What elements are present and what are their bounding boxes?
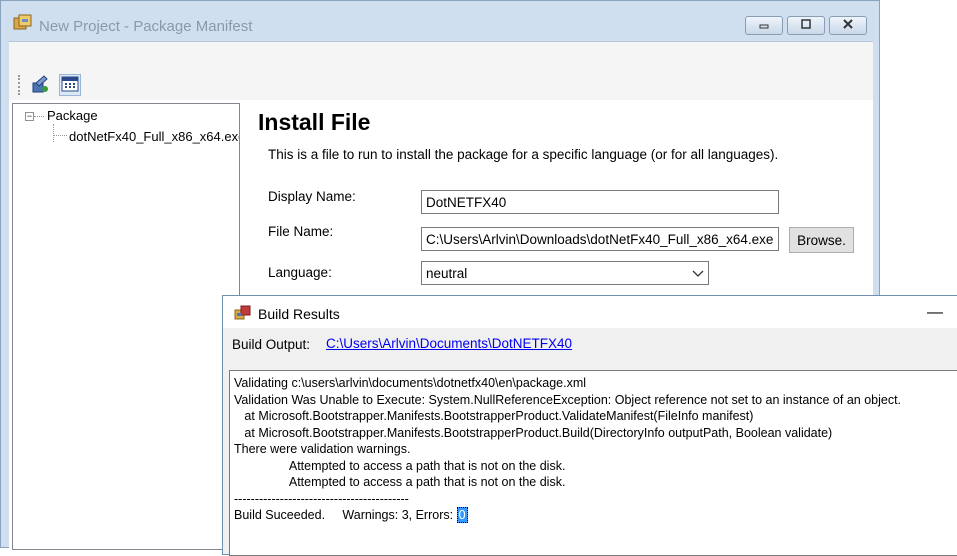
log-line: There were validation warnings. [234,442,411,456]
log-line: Validating c:\users\arlvin\documents\dot… [234,376,587,390]
display-name-label: Display Name: [268,189,356,204]
maximize-icon [800,19,812,32]
browse-button[interactable]: Browse. [789,227,854,253]
tree-connector [53,135,67,136]
toolbar-grip[interactable] [18,75,22,95]
close-button[interactable] [829,16,867,35]
language-label: Language: [268,265,332,280]
tree-node-package[interactable]: Package [47,108,98,123]
maximize-button[interactable] [787,16,825,35]
package-properties-button[interactable] [59,74,81,96]
build-package-icon [30,74,50,97]
title-bar[interactable]: New Project - Package Manifest [1,1,879,41]
log-line: Attempted to access a path that is not o… [234,475,566,489]
window-title: New Project - Package Manifest [39,18,253,35]
package-project-icon [13,13,33,31]
tree-connector [34,116,44,117]
page-title: Install File [258,109,371,135]
language-select[interactable]: neutral [421,261,709,285]
close-icon [842,19,854,32]
toolbar [9,42,873,100]
build-results-icon [234,305,252,321]
build-results-title-bar[interactable]: Build Results — [223,296,957,328]
build-summary: Build Suceeded. Warnings: 3, Errors: 0 [234,507,954,524]
package-properties-icon [61,75,79,96]
build-results-window: Build Results — Build Output: C:\Users\A… [222,295,957,556]
log-line: Attempted to access a path that is not o… [234,458,566,473]
log-line: at Microsoft.Bootstrapper.Manifests.Boot… [234,425,833,440]
language-selected-value: neutral [426,265,468,281]
package-tree[interactable]: − Package dotNetFx40_Full_x86_x64.exe [12,103,240,550]
build-warnings: Warnings: 3, Errors: [325,508,457,522]
display-name-field[interactable] [421,190,779,214]
log-separator: ----------------------------------------… [234,491,409,506]
desktop-background [880,0,957,295]
build-status: Build Suceeded. [234,508,326,522]
log-line: at Microsoft.Bootstrapper.Manifests.Boot… [234,409,754,423]
minimize-icon[interactable]: — [927,304,943,322]
build-log[interactable]: Validating c:\users\arlvin\documents\dot… [229,370,957,556]
build-output-label: Build Output: [232,337,311,352]
tree-connector [53,124,54,142]
tree-node-install-file[interactable]: dotNetFx40_Full_x86_x64.exe [69,129,239,144]
file-name-field[interactable] [421,227,779,251]
errors-count: 0 [456,507,468,523]
page-description: This is a file to run to install the pac… [268,147,779,162]
build-package-button[interactable] [29,74,51,96]
build-results-title: Build Results [258,306,340,322]
file-name-label: File Name: [268,224,334,239]
log-line: Validation Was Unable to Execute: System… [234,392,902,407]
minimize-button[interactable] [745,16,783,35]
minimize-icon [758,19,770,32]
build-output-link[interactable]: C:\Users\Arlvin\Documents\DotNETFX40 [326,336,572,351]
tree-collapse-toggle[interactable]: − [25,112,34,121]
chevron-down-icon [692,266,704,281]
